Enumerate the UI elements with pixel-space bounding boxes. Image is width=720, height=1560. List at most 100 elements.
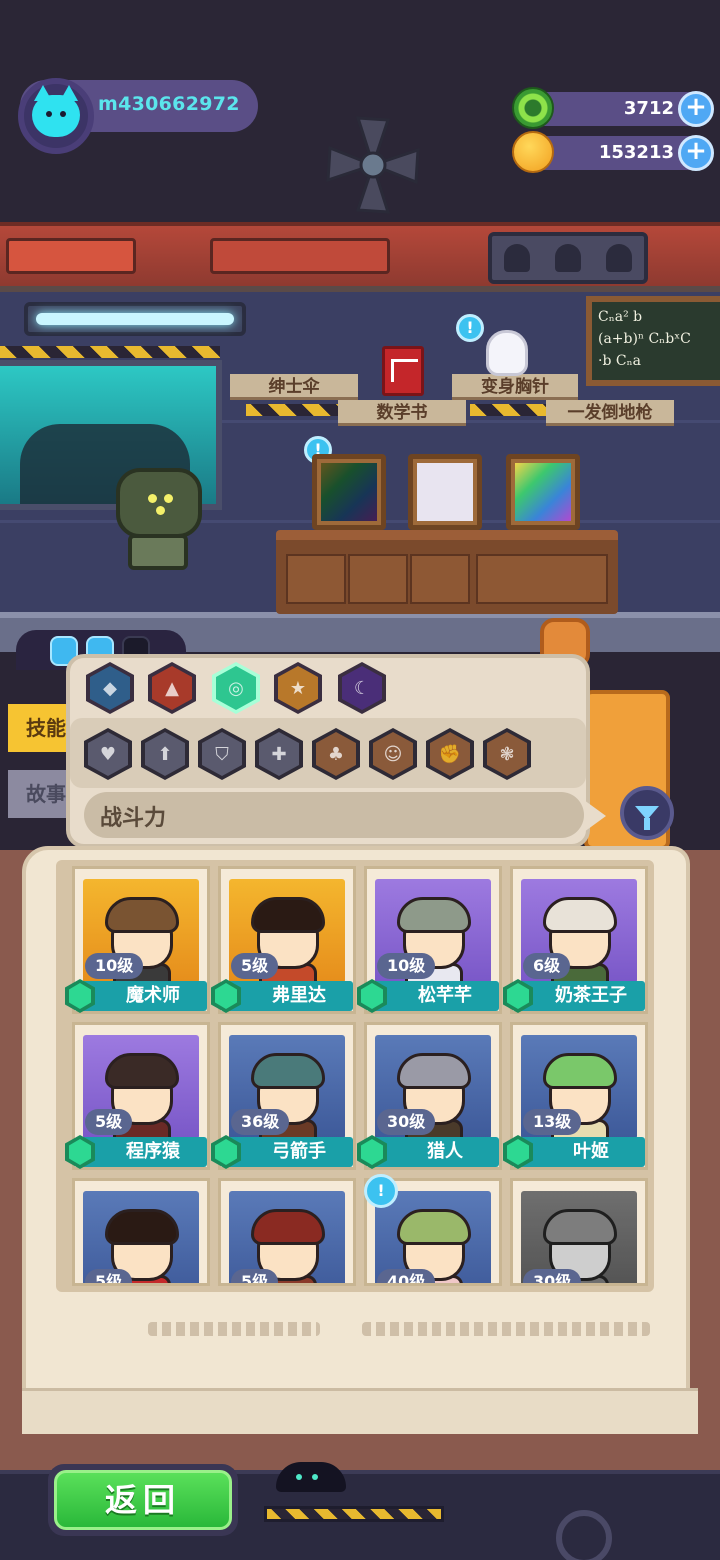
robot-character[interactable]: [98, 450, 218, 570]
shelf-label-math-book[interactable]: 数学书: [338, 400, 466, 426]
character-name: 叶姬: [517, 1137, 645, 1167]
character-hair: [397, 1053, 471, 1089]
ghost-icon: [504, 244, 531, 272]
cat-avatar-icon: [32, 85, 80, 137]
character-card[interactable]: 奶茶王子 6级: [503, 866, 648, 1014]
shelf-label-gun[interactable]: 一发倒地枪: [546, 400, 674, 426]
caution-stripe: [246, 404, 338, 416]
username: m430662972: [98, 93, 240, 115]
chalkboard-line: (a+b)ⁿ CₙbˣC: [598, 331, 691, 347]
robot-eye: [156, 506, 165, 515]
planet-coin-icon: [512, 131, 554, 173]
character-card[interactable]: 猎人 30级: [357, 1022, 502, 1170]
character-hair: [543, 897, 617, 933]
filter-button[interactable]: [620, 786, 674, 840]
shadow-creature: [276, 1462, 346, 1492]
chalkboard: Cₙa² b (a+b)ⁿ CₙbˣC ·b Cₙa: [586, 296, 720, 386]
shelf-label-brooch[interactable]: 变身胸针: [452, 374, 578, 400]
level-badge: 36级: [231, 1109, 290, 1135]
green-gem-icon: [512, 87, 554, 129]
wall-panel: [6, 238, 136, 274]
shelf-label-umbrella[interactable]: 绅士伞: [230, 374, 358, 400]
character-name: 程序猿: [79, 1137, 207, 1167]
currency-value: 3712: [623, 98, 674, 119]
character-hair: [251, 897, 325, 933]
creature-eye: [312, 1474, 318, 1480]
cross-icon: ✚: [271, 743, 287, 765]
ghost-icon: [605, 244, 632, 272]
portrait-frame[interactable]: [408, 454, 482, 530]
level-badge: 30级: [377, 1109, 436, 1135]
character-card[interactable]: 30级: [510, 1178, 648, 1286]
back-button-label: 返回: [54, 1470, 232, 1530]
arrow-up-icon: ⬆: [157, 743, 173, 765]
currency-gold: 153213 +: [512, 131, 714, 173]
desk-drawer: [476, 554, 608, 604]
character-card[interactable]: 松芊芊 10级: [357, 866, 502, 1014]
level-badge: 40级: [377, 1269, 436, 1283]
character-card[interactable]: 弗里达 5级: [211, 866, 356, 1014]
avatar[interactable]: [18, 78, 94, 154]
desk-drawer: [348, 554, 408, 604]
creature-eye: [296, 1474, 302, 1480]
add-gold-currency-button[interactable]: +: [678, 135, 714, 171]
ghost-panel: [488, 232, 648, 284]
level-badge: 5级: [231, 953, 279, 979]
back-button[interactable]: 返回: [48, 1464, 238, 1536]
desk: [276, 530, 618, 614]
character-card[interactable]: 魔术师 10级: [65, 866, 210, 1014]
character-card[interactable]: 程序猿 5级: [65, 1022, 210, 1170]
character-hair: [105, 1209, 179, 1245]
muscle-icon: ✊: [438, 743, 462, 765]
funnel-icon: [635, 806, 659, 830]
level-badge: 5级: [231, 1269, 279, 1283]
page-note: [148, 1322, 320, 1336]
character-card[interactable]: 5级: [72, 1178, 210, 1286]
character-hair: [105, 1053, 179, 1089]
level-badge: 10级: [377, 953, 436, 979]
add-green-currency-button[interactable]: +: [678, 91, 714, 127]
book-bottom-edge: [22, 1388, 698, 1434]
alert-icon: !: [364, 1174, 398, 1208]
character-name: 弓箭手: [225, 1137, 353, 1167]
character-card[interactable]: 叶姬 13级: [503, 1022, 648, 1170]
level-badge: 6级: [523, 953, 571, 979]
wall-panel: [210, 238, 390, 274]
heart-icon: ♥: [99, 743, 117, 765]
robot-body: [128, 534, 188, 570]
character-name: 猎人: [371, 1137, 499, 1167]
smile-icon: ☺: [383, 743, 403, 765]
ceiling-lamp: [24, 302, 246, 336]
robot-head: [116, 468, 202, 538]
portrait-frame[interactable]: [312, 454, 386, 530]
robot-eye: [148, 494, 157, 503]
skull-item[interactable]: [486, 330, 528, 376]
character-name: 奶茶王子: [517, 981, 645, 1011]
cat-eye: [46, 111, 52, 117]
math-book-item[interactable]: [382, 346, 424, 396]
character-card[interactable]: 5级: [218, 1178, 356, 1286]
character-hair: [543, 1209, 617, 1245]
character-hair: [251, 1209, 325, 1245]
portrait-frame[interactable]: [506, 454, 580, 530]
portrait-art: [417, 463, 473, 521]
character-hair: [397, 1209, 471, 1245]
water-drop-icon: ◆: [103, 677, 117, 699]
character-name: 松芊芊: [371, 981, 499, 1011]
character-name: 弗里达: [225, 981, 353, 1011]
character-card[interactable]: 弓箭手 36级: [211, 1022, 356, 1170]
shield-icon: ⛉: [215, 743, 229, 765]
bottom-gear: [556, 1510, 612, 1560]
character-hair: [397, 897, 471, 933]
page-note: [362, 1322, 650, 1336]
fire-icon: ▲: [165, 677, 179, 699]
portrait-art: [515, 463, 571, 521]
alert-icon: !: [456, 314, 484, 342]
fan-icon: [326, 116, 420, 214]
tree-icon: ♣: [327, 743, 345, 765]
character-name: 魔术师: [79, 981, 207, 1011]
character-hair: [251, 1053, 325, 1089]
ghost-icon: [554, 244, 581, 272]
portrait-art: [321, 463, 377, 521]
level-badge: 13级: [523, 1109, 582, 1135]
